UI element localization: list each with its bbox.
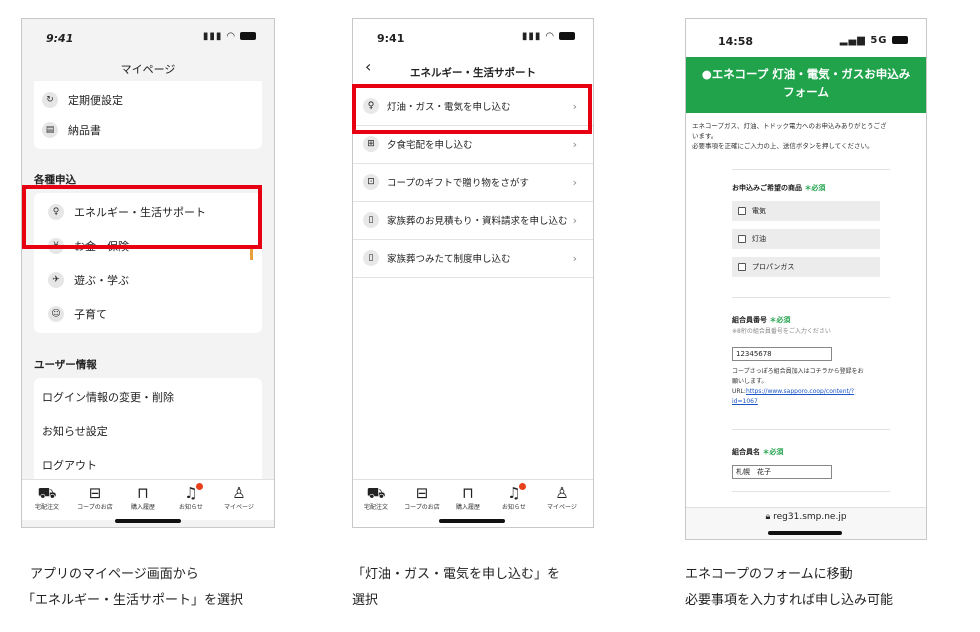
form-header: ●エネコープ 灯油・電気・ガスお申込み フォーム [686,57,926,113]
highlight-box-energy [22,185,262,249]
bento-icon: ⊞ [363,136,379,152]
home-indicator [439,519,505,523]
form-title-line2: フォーム [783,85,829,99]
checkbox-icon [738,235,746,243]
tab-order[interactable]: ⛟ 宅配注文 [353,484,399,511]
status-icons: ▂▄▆ 5G [840,35,908,46]
bell-icon: ♫ [184,484,198,502]
option-kerosene[interactable]: 灯油 [732,229,880,249]
divider [732,429,890,430]
menu-item-childcare[interactable]: ☺ 子育て [34,297,262,331]
lock-icon: 🔒︎ [765,512,771,522]
menu-item-play[interactable]: ✈ 遊ぶ・学ぶ [34,263,262,297]
caption-step1: アプリのマイページ画面から 「エネルギー・生活サポート」を選択 [22,567,244,608]
status-bar: 9:41 ▮▮▮ ◠ [353,19,593,49]
chevron-right-icon: › [572,213,577,227]
menu-item-subscription[interactable]: ↻ 定期便設定 [34,83,262,117]
member-no-hint: ※8桁の組合員番号をご入力ください [732,328,831,335]
form-title-line1: ●エネコープ 灯油・電気・ガスお申込み [701,67,911,81]
tab-notice[interactable]: ♫ お知らせ [168,484,214,511]
notification-badge [519,483,526,490]
status-icons: ▮▮▮ ◠ [522,31,575,42]
store-icon: ⊟ [88,484,102,502]
tab-store[interactable]: ⊟ コープのお店 [72,484,118,511]
option-electricity[interactable]: 電気 [732,201,880,221]
home-indicator [115,519,181,523]
person-icon: ♙ [232,484,246,502]
home-indicator [768,531,842,535]
refresh-icon: ↻ [42,92,58,108]
status-icons: ▮▮▮ ◠ [203,31,256,42]
chevron-right-icon: › [572,137,577,151]
receipt-icon: ▤ [42,122,58,138]
battery-icon [892,36,908,44]
member-signup-link[interactable]: https://www.sapporo.coop/content/? [746,388,854,395]
bag-icon: ⊓ [137,484,149,502]
divider [732,169,890,170]
section-title-user: ユーザー情報 [34,359,97,371]
person-icon: ♙ [555,484,569,502]
member-no-label: 組合員番号 ＊必須 [732,316,791,324]
member-note: コープさっぽろ組合員加入はコチラから登録をお 願いします。 URL:https:… [732,367,920,407]
screenshot-mypage: 9:41 ▮▮▮ ◠ マイページ ↻ 定期便設定 ▤ 納品書 各種申込 ♀ エネ… [21,18,275,528]
document-icon: ▯ [363,250,379,266]
option-propane[interactable]: プロパンガス [732,257,880,277]
member-no-input[interactable]: 12345678 [732,347,832,361]
settings-card: ↻ 定期便設定 ▤ 納品書 [34,81,262,149]
product-label: お申込みご希望の商品 ＊必須 [732,184,826,192]
name-label: 組合員名 ＊必須 [732,448,784,456]
list-item-gift[interactable]: ⊡ コープのギフトで贈り物をさがす › [353,163,593,202]
name-input[interactable]: 札幌 花子 [732,465,832,479]
divider [732,297,890,298]
truck-icon: ⛟ [37,484,57,502]
menu-item-logout[interactable]: ログアウト [34,448,262,482]
screenshot-enecoop-form: 14:58 ▂▄▆ 5G ●エネコープ 灯油・電気・ガスお申込み フォーム エネ… [685,18,927,540]
checkbox-icon [738,207,746,215]
tab-bar: ⛟ 宅配注文 ⊟ コープのお店 ⊓ 購入履歴 ♫ お知らせ ♙ マイページ [22,479,274,520]
page-title: エネルギー・生活サポート [410,67,536,79]
divider [732,491,890,492]
caption-step2: 「灯油・ガス・電気を申し込む」を 選択 [352,567,561,608]
bag-icon: ⊓ [462,484,474,502]
page-title: マイページ [120,63,176,76]
form-intro: エネコープガス、灯油、トドック電力へのお申込みありがとうござ います。 必要事項… [692,122,887,150]
tab-history[interactable]: ⊓ 購入履歴 [120,484,166,511]
status-bar: 9:41 ▮▮▮ ◠ [22,19,274,49]
menu-item-notification-settings[interactable]: お知らせ設定 [34,414,262,448]
member-signup-link-cont[interactable]: id=1067 [732,397,920,407]
user-card: ログイン情報の変更・削除 お知らせ設定 ログアウト [34,378,262,490]
plane-icon: ✈ [48,272,64,288]
baby-icon: ☺ [48,306,64,322]
bell-icon: ♫ [507,484,521,502]
battery-icon [240,32,256,40]
status-bar: 14:58 ▂▄▆ 5G [686,19,926,49]
gift-icon: ⊡ [363,174,379,190]
store-icon: ⊟ [415,484,429,502]
document-icon: ▯ [363,212,379,228]
caption-step3: エネコープのフォームに移動 必要事項を入力すれば申し込み可能 [685,567,894,608]
tab-order[interactable]: ⛟ 宅配注文 [24,484,70,511]
checkbox-icon [738,263,746,271]
status-time: 14:58 [718,35,754,48]
battery-icon [559,32,575,40]
url-bar[interactable]: 🔒︎ reg31.smp.ne.jp [686,507,926,539]
status-time: 9:41 [377,32,405,45]
list-item-funeral-savings[interactable]: ▯ 家族葬つみたて制度申し込む › [353,239,593,278]
highlight-box-fuel [352,84,592,134]
tab-notice[interactable]: ♫ お知らせ [491,484,537,511]
chevron-right-icon: › [572,251,577,265]
truck-icon: ⛟ [366,484,386,502]
status-time: 9:41 [46,32,74,45]
tab-history[interactable]: ⊓ 購入履歴 [445,484,491,511]
notification-badge [196,483,203,490]
tab-store[interactable]: ⊟ コープのお店 [399,484,445,511]
tab-mypage[interactable]: ♙ マイページ [539,484,585,511]
list-item-funeral-estimate[interactable]: ▯ 家族葬のお見積もり・資料請求を申し込む › [353,201,593,240]
tab-mypage[interactable]: ♙ マイページ [216,484,262,511]
tab-bar: ⛟ 宅配注文 ⊟ コープのお店 ⊓ 購入履歴 ♫ お知らせ ♙ マイページ [353,479,593,520]
chevron-right-icon: › [572,175,577,189]
menu-item-login[interactable]: ログイン情報の変更・削除 [34,380,262,414]
menu-item-invoice[interactable]: ▤ 納品書 [34,113,262,147]
